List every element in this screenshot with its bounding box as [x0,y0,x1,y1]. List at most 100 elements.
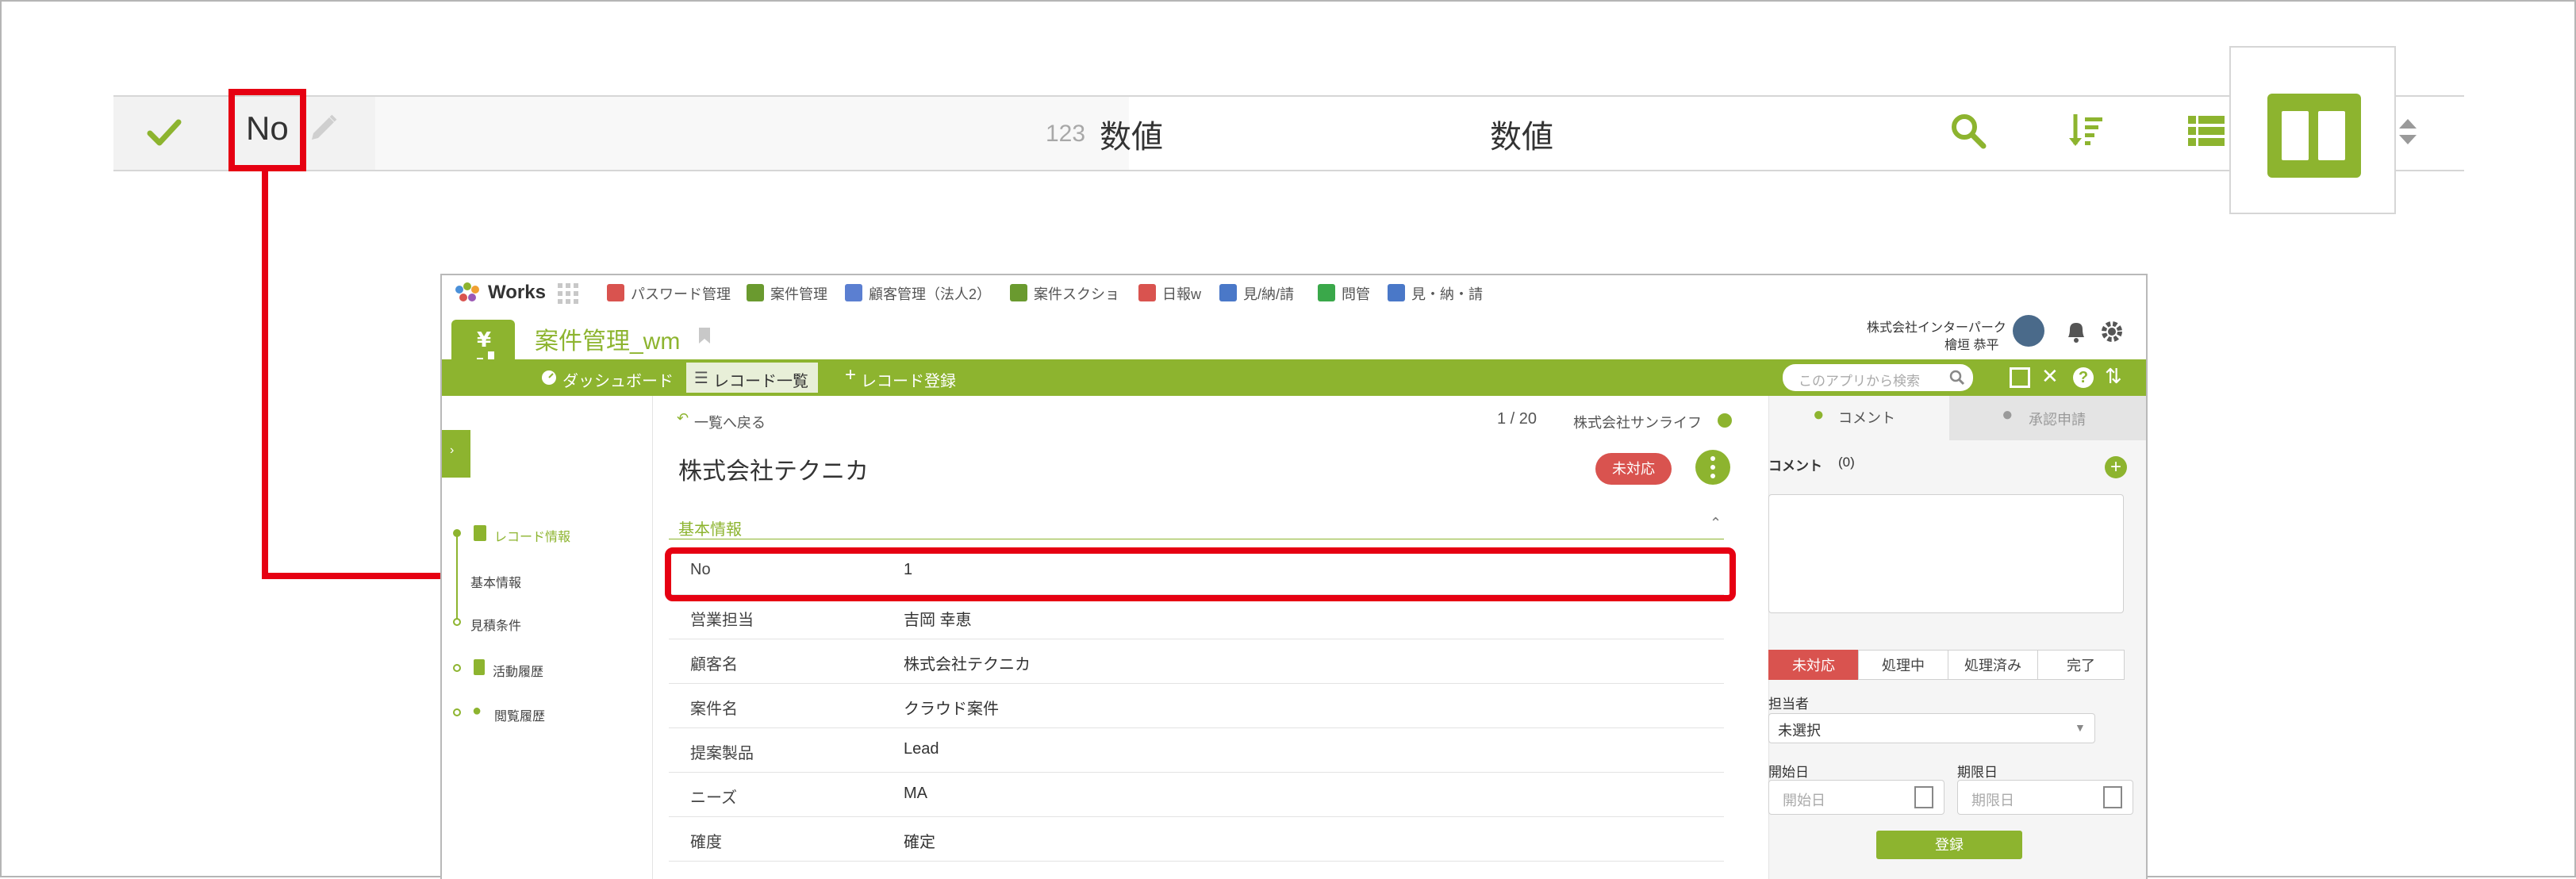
switch-icon[interactable]: ⇅ [2105,364,2122,389]
works-logo-icon [455,282,479,301]
nav-estimate[interactable]: 見/納/請 [1243,283,1294,304]
check-icon[interactable] [145,113,183,151]
list-icon[interactable] [2186,111,2226,151]
search-icon[interactable] [1948,111,1988,151]
next-record-link[interactable]: 株式会社サンライフ [1573,412,1702,432]
nav-password[interactable]: パスワード管理 [631,283,731,304]
sidebar-item-view-history[interactable]: 閲覧履歴 [494,705,545,724]
tab-approval-label[interactable]: 承認申請 [2029,409,2086,429]
end-date-placeholder: 期限日 [1971,793,2014,808]
assignee-label: 担当者 [1768,697,1809,712]
plus-icon: + [845,364,857,386]
field-label-customer: 顧客名 [690,656,738,674]
estimate-app-icon[interactable] [1219,284,1237,301]
works-logo: Works [488,282,546,303]
sidebar-item-basic[interactable]: 基本情報 [470,572,521,591]
sidebar-dot [453,618,461,626]
status-done[interactable]: 完了 [2037,650,2125,680]
next-arrow-icon[interactable] [1718,413,1732,428]
company-name: 株式会社インターパーク [1867,321,2006,335]
field-label-product: 提案製品 [690,745,754,762]
app-title: 案件管理_wm [535,328,681,355]
tab-record-add[interactable]: レコード登録 [861,368,956,391]
user-check-icon: ● [2002,404,2014,425]
sidebar-toggle[interactable] [442,430,470,478]
customer-app-icon[interactable] [845,284,862,301]
field-value-product: Lead [904,740,939,758]
submit-button[interactable]: 登録 [1876,831,2022,859]
daily-app-icon[interactable] [1138,284,1156,301]
bookmark-icon[interactable] [697,326,712,345]
field-value-customer: 株式会社テクニカ [904,656,1031,674]
sidebar-dot [453,664,461,672]
collapse-icon[interactable]: ⌃ [1710,515,1722,532]
sidebar-item-estimate[interactable]: 見積条件 [470,615,521,634]
status-badge[interactable]: 未対応 [1595,453,1672,485]
screenshot-app-icon[interactable] [1010,284,1027,301]
more-menu-icon[interactable] [1695,450,1730,485]
avatar[interactable] [2013,315,2044,347]
status-not-started[interactable]: 未対応 [1768,650,1859,680]
row-divider [669,772,1724,773]
status-processed[interactable]: 処理済み [1948,650,2038,680]
record-pager: 1 / 20 [1497,410,1538,428]
chevron-down-icon: ▼ [2075,721,2086,734]
sidebar-item-activity[interactable]: 活動履歴 [493,661,543,680]
row-divider [669,861,1724,862]
back-link[interactable]: 一覧へ戻る [694,412,766,432]
tools-icon[interactable]: ✕ [2041,364,2059,389]
tab-comment[interactable]: コメント [1838,407,1895,428]
footprint-icon: ● [472,702,482,720]
add-comment-icon[interactable]: + [2105,456,2127,478]
connector-vertical [262,171,268,579]
field-value-sales: 吉岡 幸恵 [904,612,972,629]
password-app-icon[interactable] [607,284,624,301]
nav-project[interactable]: 案件管理 [770,283,827,304]
field-label-certainty: 確度 [690,834,722,851]
field-type-area [375,97,1129,170]
row-divider [669,727,1724,728]
project-app-icon[interactable] [747,284,764,301]
record-title: 株式会社テクニカ [678,459,869,485]
estimate2-app-icon[interactable] [1388,284,1405,301]
row-divider [669,816,1724,817]
field-label-project: 案件名 [690,701,738,718]
field-settings-bar [113,95,2464,171]
inquiry-app-icon[interactable] [1318,284,1335,301]
nav-estimate2[interactable]: 見・納・請 [1411,283,1483,304]
nav-inquiry[interactable]: 問管 [1342,283,1370,304]
nav-customer[interactable]: 顧客管理（法人2） [869,283,991,304]
list-small-icon: ☰ [694,370,708,387]
comment-icon: ● [1813,404,1825,425]
nav-screenshot[interactable]: 案件スクショ [1034,283,1119,304]
clipboard-icon [474,525,486,541]
comment-count: (0) [1838,455,1855,470]
gear-icon[interactable] [2100,320,2124,344]
comment-textarea[interactable] [1768,494,2124,613]
app-search-icon[interactable] [1949,370,1965,386]
tab-dashboard[interactable]: ダッシュボード [562,368,674,391]
svg-text:¥: ¥ [477,328,491,352]
field-label-sales: 営業担当 [690,612,754,629]
up-down-icon[interactable] [2397,116,2418,148]
nav-daily[interactable]: 日報w [1162,283,1201,304]
calendar-icon[interactable] [2103,786,2122,808]
sidebar-dot [453,529,461,537]
qr-icon[interactable] [2010,367,2030,388]
record-sidebar [442,396,653,879]
assignee-value: 未選択 [1778,723,1821,739]
status-in-progress[interactable]: 処理中 [1858,650,1948,680]
two-column-icon[interactable] [2267,94,2361,178]
comment-label: コメント [1768,459,1822,474]
calendar-icon[interactable] [1914,786,1933,808]
tab-record-list[interactable]: レコード一覧 [713,368,808,391]
bell-icon[interactable] [2065,320,2087,344]
app-grid-icon[interactable] [558,283,578,304]
sidebar-line [456,533,458,620]
highlight-field-name [228,89,306,171]
pencil-icon[interactable] [305,111,340,146]
sidebar-item-record-info[interactable]: レコード情報 [494,526,570,545]
sort-icon[interactable] [2066,111,2106,151]
help-icon[interactable]: ? [2073,367,2094,388]
chevron-right-icon: › [450,443,455,457]
